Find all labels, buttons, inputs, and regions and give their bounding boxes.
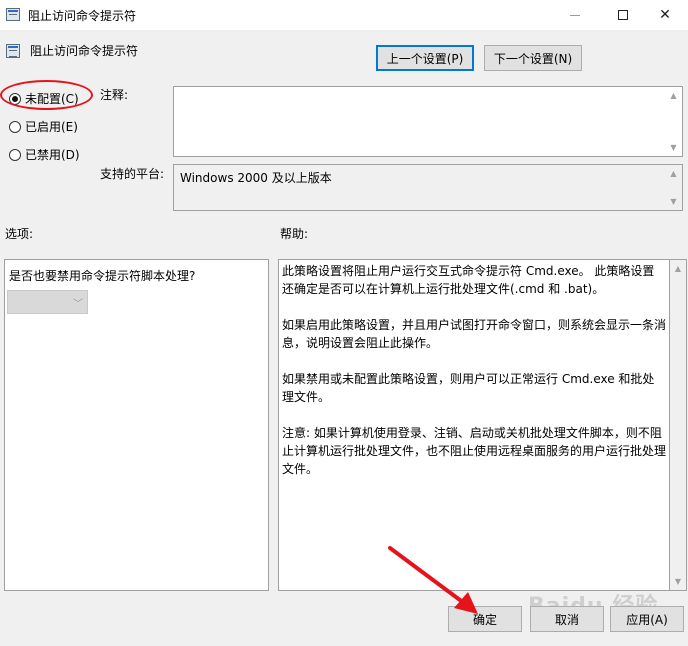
options-question: 是否也要禁用命令提示符脚本处理? [9,269,196,283]
platform-field: Windows 2000 及以上版本 ▲ ▼ [173,164,683,211]
radio-unchecked-icon [9,120,21,133]
maximize-button[interactable] [600,0,646,30]
comment-label: 注释: [100,88,129,102]
policy-title: 阻止访问命令提示符 [30,44,139,58]
comment-textarea[interactable]: ▲ ▼ [173,86,683,157]
help-paragraph: 如果启用此策略设置，并且用户试图打开命令窗口，则系统会显示一条消息，说明设置会阻… [282,318,667,350]
radio-disabled[interactable]: 已禁用(D) [9,146,80,163]
radio-label: 已启用(E) [25,120,78,134]
policy-icon [6,44,20,58]
help-paragraph: 注意: 如果计算机使用登录、注销、启动或关机批处理文件脚本，则不阻止计算机运行批… [282,426,667,476]
minimize-button[interactable] [552,0,598,30]
scroll-up-icon[interactable]: ▲ [665,87,682,104]
next-setting-button[interactable]: 下一个设置(N) [484,45,582,71]
scroll-down-icon[interactable]: ▼ [670,573,686,590]
help-scrollbar[interactable]: ▲ ▼ [670,259,687,591]
chevron-down-icon: ﹀ [73,299,83,310]
radio-label: 已禁用(D) [25,148,80,162]
help-label: 帮助: [280,227,309,241]
platform-label: 支持的平台: [100,167,165,181]
scroll-up-icon[interactable]: ▲ [670,260,686,277]
help-paragraph: 此策略设置将阻止用户运行交互式命令提示符 Cmd.exe。 此策略设置还确定是否… [282,264,655,296]
close-button[interactable]: ✕ [642,0,688,30]
help-paragraph: 如果禁用或未配置此策略设置，则用户可以正常运行 Cmd.exe 和批处理文件。 [282,372,655,404]
apply-button[interactable]: 应用(A) [610,606,684,632]
annotation-circle [0,80,93,110]
scroll-down-icon[interactable]: ▼ [665,139,682,156]
scroll-up-icon[interactable]: ▲ [665,165,682,182]
policy-app-icon [6,8,20,21]
maximize-icon [618,10,628,20]
radio-unchecked-icon [9,148,21,161]
scroll-down-icon[interactable]: ▼ [665,193,682,210]
help-text: 此策略设置将阻止用户运行交互式命令提示符 Cmd.exe。 此策略设置还确定是否… [282,262,666,496]
platform-value: Windows 2000 及以上版本 [180,171,332,185]
previous-setting-button[interactable]: 上一个设置(P) [376,45,474,71]
options-label: 选项: [5,227,34,241]
minimize-icon [570,14,580,16]
radio-enabled[interactable]: 已启用(E) [9,118,78,135]
platform-scrollbar[interactable]: ▲ ▼ [665,165,682,210]
cancel-button[interactable]: 取消 [530,606,604,632]
comment-scrollbar[interactable]: ▲ ▼ [665,87,682,156]
window-title: 阻止访问命令提示符 [28,9,137,23]
ok-button[interactable]: 确定 [448,606,522,632]
script-dropdown[interactable]: ﹀ [7,290,88,314]
